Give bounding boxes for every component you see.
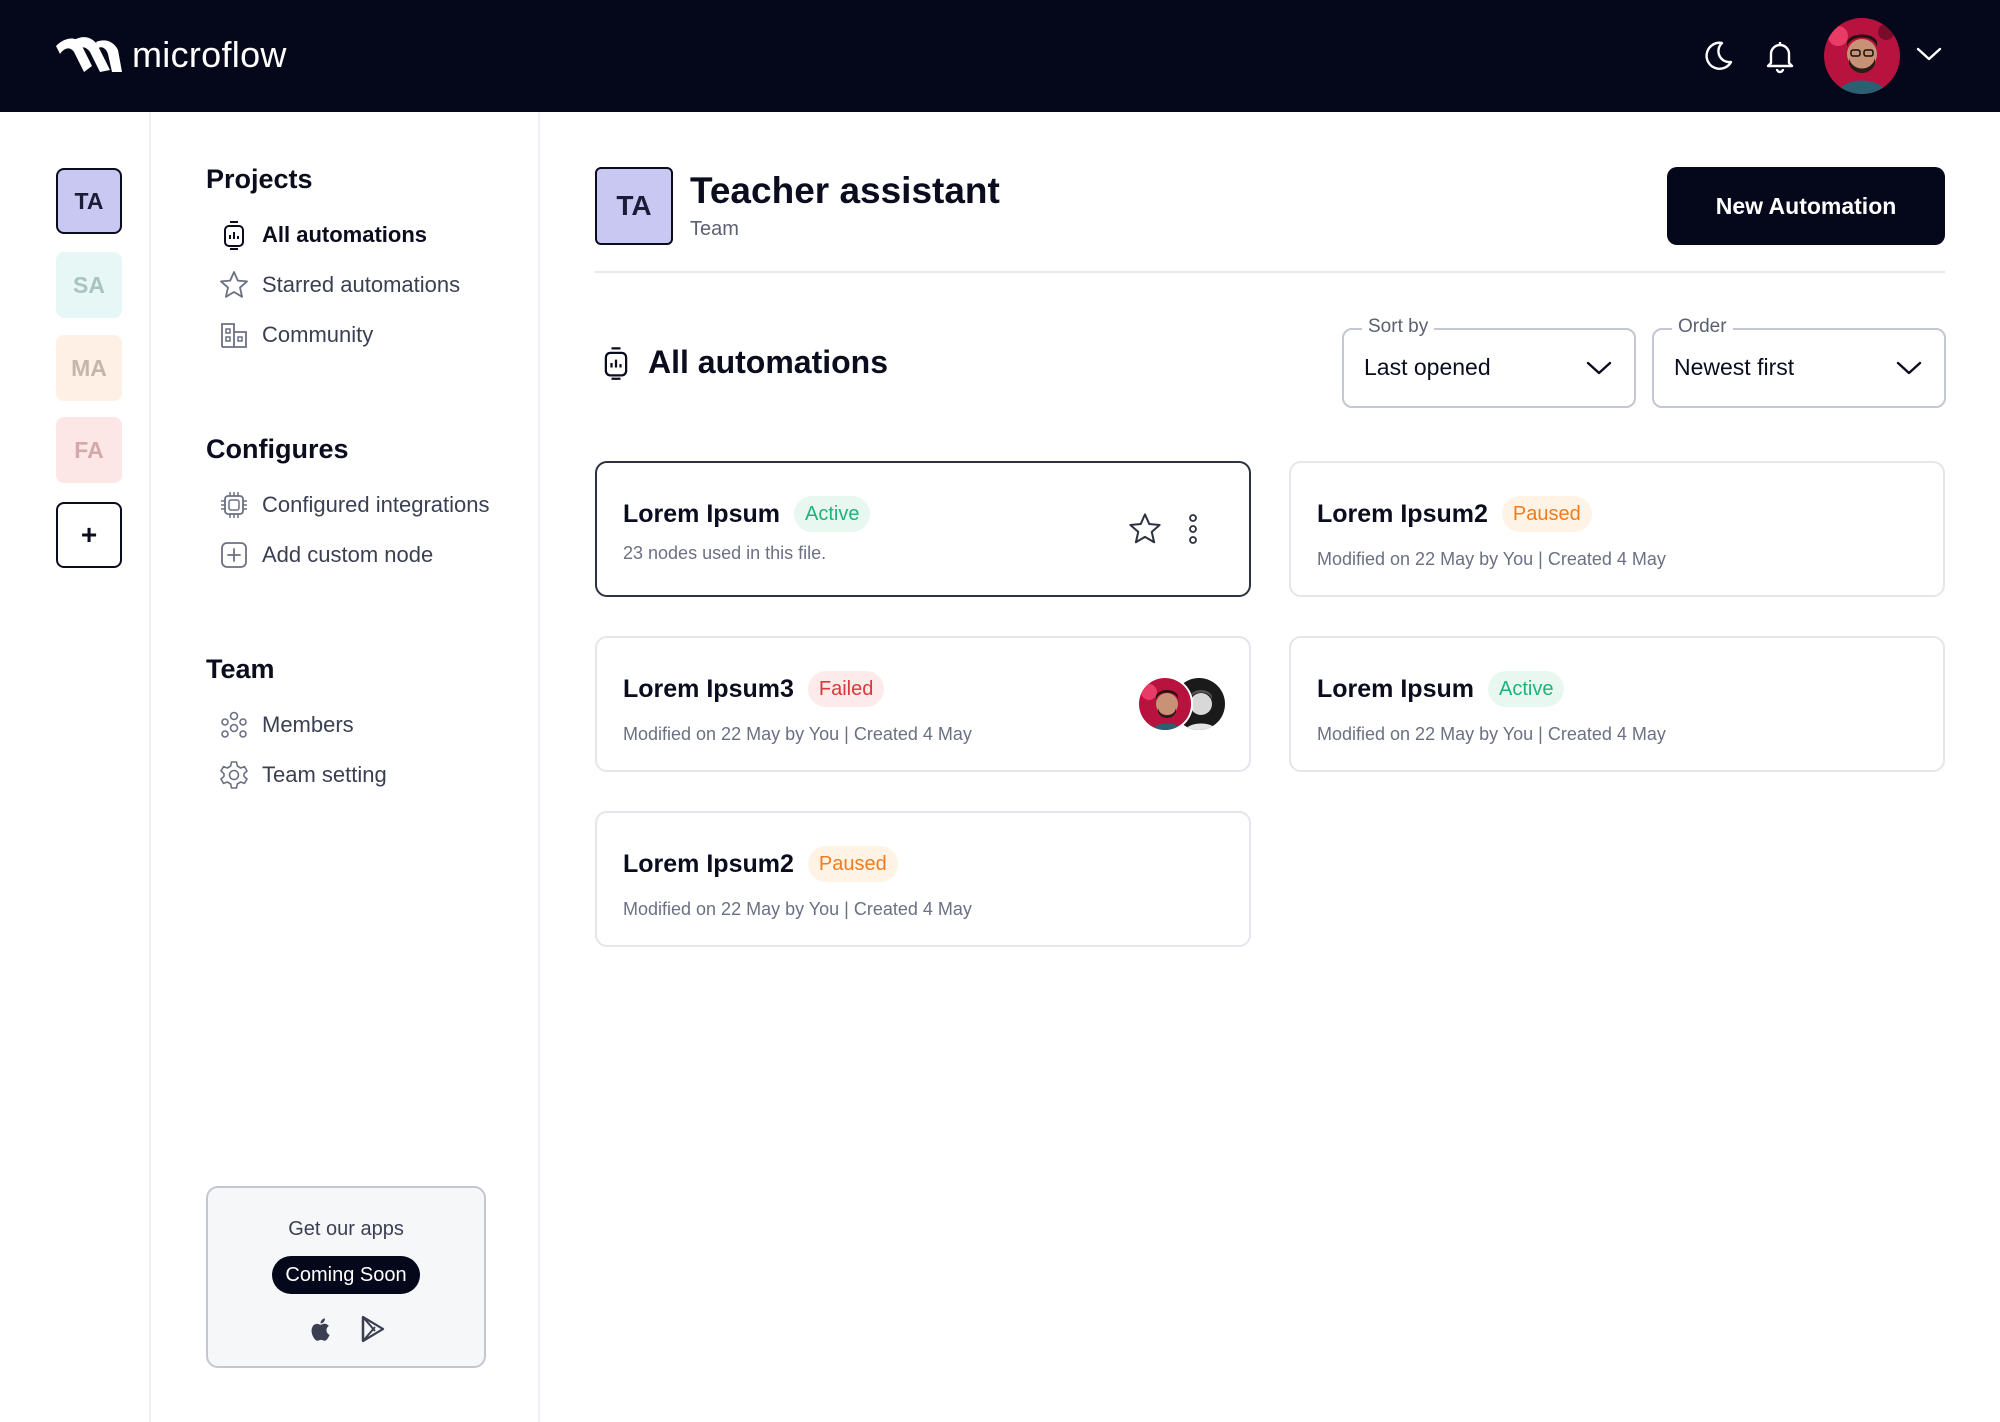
top-header: microflow [0, 0, 2000, 112]
moon-icon[interactable] [1700, 38, 1736, 74]
page-title: Teacher assistant [690, 170, 1000, 211]
coming-soon-badge: Coming Soon [272, 1256, 420, 1294]
sidebar-item-configured-integrations[interactable]: Configured integrations [218, 489, 489, 521]
card-meta: Modified on 22 May by You | Created 4 Ma… [1317, 549, 1666, 569]
sort-by-select[interactable]: Sort by Last opened [1342, 316, 1636, 408]
card-meta: Modified on 22 May by You | Created 4 Ma… [623, 724, 972, 744]
card-title: Lorem Ipsum Active [623, 496, 871, 532]
section-title: All automations [598, 344, 888, 381]
card-meta: Modified on 22 May by You | Created 4 Ma… [623, 899, 972, 919]
team-heading: Team [206, 654, 275, 684]
get-apps-title: Get our apps [288, 1218, 404, 1240]
card-name: Lorem Ipsum [1317, 674, 1474, 703]
automation-icon [224, 221, 244, 250]
automation-card[interactable]: Lorem Ipsum3 Failed Modified on 22 May b… [595, 636, 1251, 772]
card-title: Lorem Ipsum Active [1317, 671, 1565, 707]
sidebar-item-team-setting[interactable]: Team setting [218, 759, 387, 791]
section-title-label: All automations [648, 344, 889, 380]
sidebar-item-members[interactable]: Members [218, 709, 354, 741]
add-square-icon [221, 542, 247, 568]
settings-gear-icon [220, 761, 248, 789]
configures-heading: Configures [206, 434, 349, 464]
status-badge: Active [1487, 671, 1565, 707]
new-automation-button[interactable]: New Automation [1667, 167, 1945, 245]
sidebar-item-starred-automations[interactable]: Starred automations [218, 269, 460, 301]
sidebar-item-label: Team setting [262, 762, 387, 787]
microflow-logo-icon [56, 37, 122, 72]
collaborator-avatar [1137, 676, 1193, 732]
team-avatar: TA [595, 167, 673, 245]
card-name: Lorem Ipsum3 [623, 674, 794, 703]
sort-by-label: Sort by [1362, 316, 1435, 338]
card-name: Lorem Ipsum [623, 499, 780, 528]
status-badge: Active [793, 496, 871, 532]
workspace-sa[interactable]: SA [56, 252, 122, 318]
sidebar-item-label: Community [262, 322, 374, 347]
sidebar-nav: Projects All automations Starred automat… [151, 112, 540, 1422]
sidebar-item-add-custom-node[interactable]: Add custom node [218, 539, 433, 571]
workspace-ma[interactable]: MA [56, 335, 122, 401]
sidebar-item-label: Starred automations [262, 272, 461, 297]
card-name: Lorem Ipsum2 [623, 849, 794, 878]
chip-icon [221, 492, 247, 518]
status-badge: Paused [807, 846, 898, 882]
header-divider [595, 271, 1945, 273]
get-apps-card: Get our apps Coming Soon [206, 1186, 486, 1368]
brand-logo[interactable]: microflow [56, 34, 287, 76]
apple-icon[interactable] [306, 1314, 336, 1344]
automation-card[interactable]: Lorem Ipsum Active Modified on 22 May by… [1289, 636, 1945, 772]
play-store-icon[interactable] [358, 1314, 388, 1344]
sort-by-value: Last opened [1364, 354, 1491, 380]
add-workspace-button[interactable]: + [56, 502, 122, 568]
sidebar-item-label: All automations [262, 222, 428, 247]
card-title: Lorem Ipsum2 Paused [1317, 496, 1592, 532]
status-badge: Failed [807, 671, 885, 707]
members-icon [221, 711, 247, 738]
bell-icon[interactable] [1762, 38, 1798, 74]
community-icon [221, 323, 247, 348]
collaborator-avatars [1137, 676, 1227, 734]
sidebar-item-label: Configured integrations [262, 492, 490, 517]
automation-icon [604, 346, 628, 380]
workspace-ta[interactable]: TA [56, 168, 122, 234]
order-label: Order [1672, 316, 1733, 338]
card-meta: Modified on 22 May by You | Created 4 Ma… [1317, 724, 1666, 744]
sidebar-item-label: Members [262, 712, 354, 737]
sidebar-item-all-automations[interactable]: All automations [218, 219, 427, 251]
star-icon [220, 271, 248, 298]
user-avatar[interactable] [1824, 18, 1900, 94]
sidebar-item-label: Add custom node [262, 542, 434, 567]
status-badge: Paused [1501, 496, 1592, 532]
page-subtitle: Team [690, 218, 739, 240]
chevron-down-icon[interactable] [1916, 46, 1942, 62]
projects-heading: Projects [206, 164, 313, 194]
sidebar-item-community[interactable]: Community [218, 319, 373, 351]
brand-name: microflow [132, 34, 287, 75]
chevron-down-icon [1586, 361, 1612, 375]
main-content: TA Teacher assistant Team New Automation… [540, 112, 2000, 1422]
card-meta: 23 nodes used in this file. [623, 543, 827, 563]
star-icon[interactable] [1127, 511, 1163, 547]
card-title: Lorem Ipsum2 Paused [623, 846, 898, 882]
more-vertical-icon[interactable] [1187, 513, 1199, 545]
workspace-fa[interactable]: FA [56, 417, 122, 483]
card-title: Lorem Ipsum3 Failed [623, 671, 885, 707]
order-value: Newest first [1674, 354, 1795, 380]
chevron-down-icon [1896, 361, 1922, 375]
automation-card[interactable]: Lorem Ipsum2 Paused Modified on 22 May b… [595, 811, 1251, 947]
card-name: Lorem Ipsum2 [1317, 499, 1488, 528]
user-photo [1824, 18, 1900, 94]
workspace-rail: TA SA MA FA + [0, 112, 151, 1422]
order-select[interactable]: Order Newest first [1652, 316, 1946, 408]
automation-card[interactable]: Lorem Ipsum2 Paused Modified on 22 May b… [1289, 461, 1945, 597]
automation-card[interactable]: Lorem Ipsum Active 23 nodes used in this… [595, 461, 1251, 597]
